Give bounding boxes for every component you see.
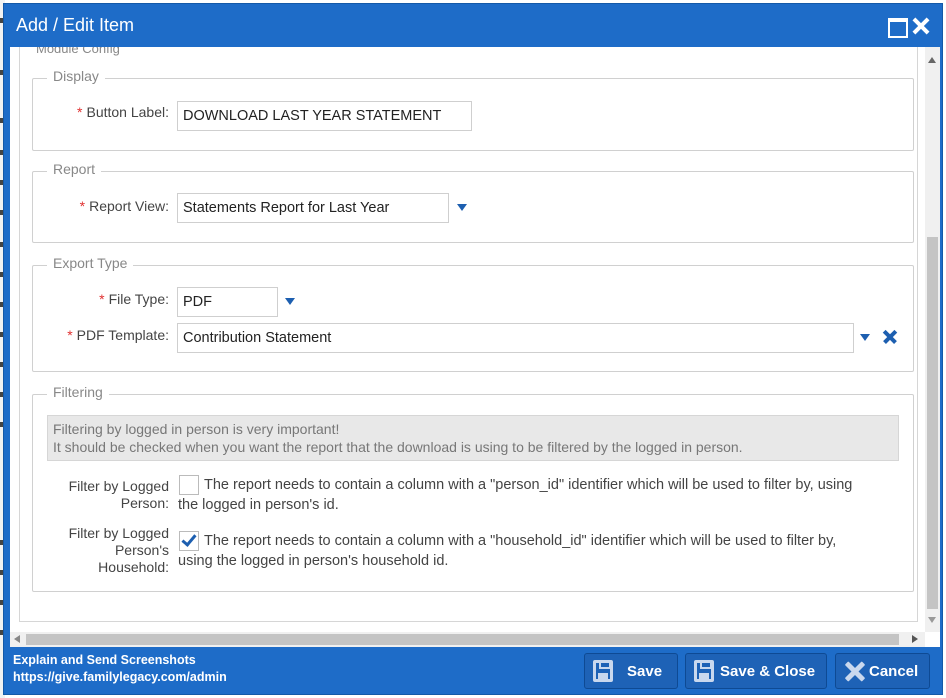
filter-person-text-line1: The report needs to contain a column wit… [204, 477, 853, 493]
close-icon[interactable] [911, 16, 931, 36]
admin-url-text: https://give.familylegacy.com/admin [13, 670, 227, 684]
display-fieldset: Display * Button Label: DOWNLOAD LAST YEA… [32, 68, 914, 151]
report-view-dropdown-caret-icon[interactable] [457, 204, 467, 211]
filter-household-description: The report needs to contain a column wit… [178, 531, 898, 571]
filter-person-label-line1: Filter by Logged [68, 478, 169, 494]
filter-household-label: Filter by Logged Person's Household: [69, 525, 169, 576]
report-legend: Report [47, 161, 102, 177]
scroll-down-arrow-icon[interactable] [928, 617, 936, 623]
pdf-template-clear-x-icon[interactable] [883, 330, 897, 344]
file-type-select[interactable]: PDF [177, 287, 278, 317]
dialog-title: Add / Edit Item [16, 15, 135, 35]
cancel-button-label: Cancel [869, 663, 919, 680]
filter-person-text-line2: the logged in person's id. [178, 497, 339, 513]
filter-household-label-line2: Person's [114, 542, 169, 558]
filter-person-description: The report needs to contain a column wit… [178, 475, 898, 515]
file-type-label-text: File Type: [108, 291, 169, 307]
export-type-legend: Export Type [47, 255, 134, 271]
filter-household-text-line1: The report needs to contain a column wit… [204, 533, 837, 549]
pdf-template-select[interactable]: Contribution Statement [177, 323, 854, 353]
pdf-template-label-text: PDF Template: [76, 327, 169, 343]
scroll-up-arrow-icon[interactable] [928, 57, 936, 63]
maximize-icon[interactable] [887, 16, 908, 38]
panel-border-left [19, 47, 20, 622]
required-marker: * [77, 104, 83, 120]
export-type-fieldset: Export Type * File Type: PDF * PDF Templat… [32, 255, 914, 372]
vertical-scrollbar[interactable] [925, 47, 940, 632]
horizontal-scroll-thumb[interactable] [26, 634, 899, 645]
filter-person-label: Filter by Logged Person: [69, 478, 169, 512]
cancel-x-icon [845, 661, 865, 681]
button-label-text: Button Label: [86, 104, 169, 120]
dialog-content: Module Config Display * Button Label: DOW… [10, 47, 940, 647]
report-fieldset: Report * Report View: Statements Report f… [32, 161, 914, 243]
pdf-template-label: * PDF Template: [67, 327, 169, 344]
filter-person-label-line2: Person: [120, 495, 169, 511]
module-config-legend: Module Config [36, 47, 120, 56]
filtering-notice-line1: Filtering by logged in person is very im… [53, 421, 340, 437]
report-view-label-text: Report View: [89, 198, 169, 214]
scroll-right-arrow-icon[interactable] [912, 635, 918, 643]
save-close-button[interactable]: Save & Close [685, 653, 827, 689]
vertical-scroll-thumb[interactable] [927, 237, 938, 609]
required-marker: * [79, 198, 86, 214]
filtering-fieldset: Filtering Filtering by logged in person … [32, 384, 914, 592]
cancel-button[interactable]: Cancel [835, 653, 930, 689]
save-button[interactable]: Save [584, 653, 678, 689]
dialog-titlebar[interactable]: Add / Edit Item [4, 4, 942, 47]
scroll-left-arrow-icon[interactable] [14, 635, 20, 643]
filtering-notice-line2: It should be checked when you want the r… [53, 439, 743, 455]
floppy-disk-icon [593, 660, 613, 682]
required-marker: * [99, 291, 105, 307]
required-marker: * [67, 327, 73, 343]
filter-household-text-line2: using the logged in person's household i… [178, 553, 449, 569]
file-type-dropdown-caret-icon[interactable] [285, 298, 295, 305]
filter-household-label-line1: Filter by Logged [68, 525, 169, 541]
panel-border-right [917, 47, 918, 622]
report-view-label: * Report View: [80, 198, 169, 215]
filter-household-label-line3: Household: [98, 559, 169, 575]
explain-screenshots-link[interactable]: Explain and Send Screenshots [13, 653, 196, 667]
report-view-select[interactable]: Statements Report for Last Year [177, 193, 449, 223]
floppy-disk-icon [694, 660, 714, 682]
pdf-template-dropdown-caret-icon[interactable] [860, 334, 870, 341]
filtering-notice: Filtering by logged in person is very im… [47, 415, 899, 461]
form-scroll-area: Module Config Display * Button Label: DOW… [10, 47, 922, 632]
save-button-label: Save [627, 663, 663, 680]
horizontal-scrollbar[interactable] [10, 632, 925, 647]
filtering-legend: Filtering [47, 384, 109, 400]
dialog-footer: Explain and Send Screenshots https://giv… [4, 647, 942, 694]
button-label-label: * Button Label: [77, 104, 169, 121]
display-legend: Display [47, 68, 105, 84]
file-type-label: * File Type: [99, 291, 169, 308]
button-label-input[interactable]: DOWNLOAD LAST YEAR STATEMENT [177, 101, 472, 131]
panel-border-bottom [19, 621, 918, 622]
save-close-button-label: Save & Close [720, 663, 816, 680]
add-edit-item-dialog: Add / Edit Item Module Config Display * B… [3, 3, 943, 695]
